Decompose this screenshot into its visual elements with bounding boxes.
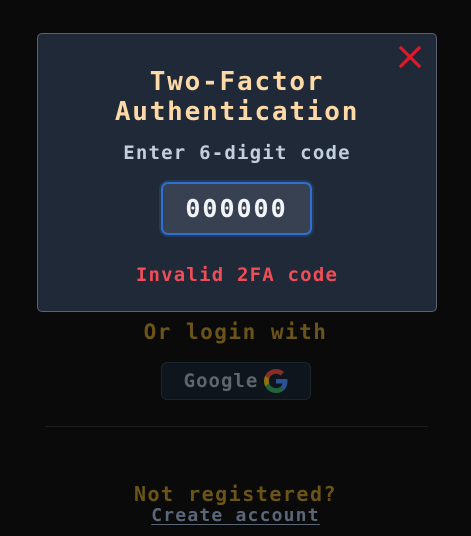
close-button[interactable] (398, 45, 422, 69)
two-factor-code-input[interactable] (161, 182, 312, 235)
modal-title: Two-Factor Authentication (114, 67, 360, 127)
modal-subtitle: Enter 6-digit code (123, 142, 351, 164)
create-account-link[interactable]: Create account (151, 505, 320, 526)
close-icon (398, 45, 422, 69)
two-factor-modal: Two-Factor Authentication Enter 6-digit c… (37, 33, 437, 312)
create-account-container: Create account (0, 505, 471, 526)
or-login-with-text: Or login with (143, 320, 328, 344)
not-registered-text: Not registered? (133, 482, 338, 506)
error-message: Invalid 2FA code (135, 264, 339, 286)
google-g-icon (264, 369, 288, 393)
section-divider (45, 426, 428, 427)
google-button-label: Google (183, 370, 259, 392)
google-login-button[interactable]: Google (161, 362, 311, 400)
